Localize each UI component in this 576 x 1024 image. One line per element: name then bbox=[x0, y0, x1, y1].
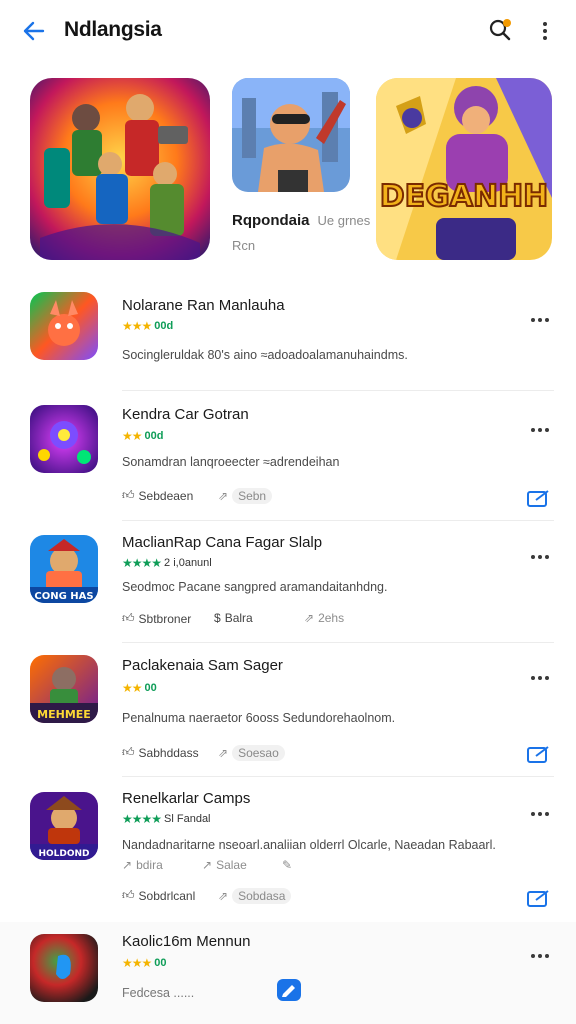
divider bbox=[122, 390, 554, 391]
featured-caption-sub: Rcn bbox=[232, 238, 256, 253]
star-icons: ★★ bbox=[122, 681, 142, 695]
featured-caption-meta: Ue grnes bbox=[317, 213, 371, 228]
like-action[interactable]: 👍︎ Sebdeaen bbox=[122, 488, 193, 503]
open-external-icon[interactable] bbox=[526, 890, 550, 908]
star-icons: ★★★★ bbox=[122, 556, 162, 570]
more-options-icon[interactable] bbox=[528, 420, 552, 440]
app-name-3[interactable]: MaclianRap Cana Fagar Slalp bbox=[122, 534, 322, 551]
more-options-icon[interactable] bbox=[528, 547, 552, 567]
rating-2: ★★ 00d bbox=[122, 429, 163, 443]
app-description-5: Nandadnaritarne nseoarl.analiian olderrl… bbox=[122, 838, 496, 852]
share-action[interactable]: ⇗ Sobdasa bbox=[218, 888, 292, 904]
app-icon-text: CONG HAS bbox=[34, 591, 93, 602]
rating-6: ★★★ 00 bbox=[122, 956, 167, 970]
featured-game-card-3[interactable]: DEGANHH bbox=[376, 78, 552, 260]
back-arrow-icon[interactable] bbox=[18, 16, 50, 46]
app-icon-3[interactable]: CONG HAS bbox=[30, 535, 98, 603]
pen-action[interactable]: ✎ bbox=[282, 858, 292, 872]
like-action[interactable]: 👍︎ Sabhddass bbox=[122, 745, 199, 760]
rating-5: ★★★★ Sl Fandal bbox=[122, 812, 211, 826]
star-icons: ★★★★ bbox=[122, 812, 162, 826]
more-options-icon[interactable] bbox=[528, 946, 552, 966]
overflow-menu-icon[interactable] bbox=[534, 18, 556, 44]
star-icons: ★★ bbox=[122, 429, 142, 443]
app-name-4[interactable]: Paclakenaia Sam Sager bbox=[122, 657, 283, 674]
app-description-2: Sonamdran lanqroeecter ≈adrendeihan bbox=[122, 455, 340, 469]
dollar-action[interactable]: $ Balra bbox=[214, 611, 253, 625]
featured-art-3: DEGANHH bbox=[376, 78, 552, 260]
app-description-3: Seodmoc Pacane sangpred aramandaitanhdng… bbox=[122, 580, 388, 594]
app-bar: Ndlangsia bbox=[0, 0, 576, 62]
app-name-2[interactable]: Kendra Car Gotran bbox=[122, 406, 249, 423]
app-name-6[interactable]: Kaolic16m Mennun bbox=[122, 933, 250, 950]
share-small-icon: ⇗ bbox=[218, 889, 229, 903]
share-action[interactable]: ⇗ 2ehs bbox=[304, 611, 344, 625]
rating-value: 00d bbox=[144, 430, 164, 442]
share-small-icon: ⇗ bbox=[218, 489, 229, 503]
open-external-icon[interactable] bbox=[526, 746, 550, 764]
app-description-4: Penalnuma naeraetor 6ooss Sedundorehaoln… bbox=[122, 711, 396, 725]
tag-action[interactable]: ↗ bdira bbox=[122, 858, 163, 872]
pen-icon: ✎ bbox=[282, 858, 293, 872]
search-icon[interactable] bbox=[488, 17, 514, 43]
like-action[interactable]: 👍︎ Sbtbroner bbox=[122, 611, 191, 626]
share-action[interactable]: ⇗ Sebn bbox=[218, 488, 273, 504]
featured-game-card-1[interactable] bbox=[30, 78, 210, 260]
app-icon-text: HOLDOND bbox=[38, 849, 89, 859]
rating-value: 00 bbox=[144, 682, 157, 694]
edit-fab-icon[interactable] bbox=[276, 978, 302, 1002]
page-title: Ndlangsia bbox=[64, 18, 162, 41]
app-name-5[interactable]: Renelkarlar Camps bbox=[122, 790, 250, 807]
rating-value: 00d bbox=[154, 320, 174, 332]
featured-art-1 bbox=[30, 78, 210, 260]
tag-icon: ↗ bbox=[122, 858, 133, 872]
rating-value: 00 bbox=[154, 957, 167, 969]
featured-banner-text: DEGANHH bbox=[380, 179, 549, 214]
thumbs-up-icon: 👍︎ bbox=[122, 488, 135, 502]
rating-1: ★★★ 00d bbox=[122, 319, 173, 333]
rating-4: ★★ 00 bbox=[122, 681, 157, 695]
star-icons: ★★★ bbox=[122, 319, 152, 333]
app-name-1[interactable]: Nolarane Ran Manlauha bbox=[122, 297, 285, 314]
featured-art-2 bbox=[232, 78, 350, 192]
app-icon-1[interactable] bbox=[30, 292, 98, 360]
star-icons: ★★★ bbox=[122, 956, 152, 970]
app-icon-5[interactable]: HOLDOND bbox=[30, 792, 98, 860]
divider bbox=[122, 520, 554, 521]
rating-3: ★★★★ 2 i,0anunl bbox=[122, 556, 212, 570]
rating-value: 2 i,0anunl bbox=[164, 557, 212, 569]
more-options-icon[interactable] bbox=[528, 668, 552, 688]
app-icon-2[interactable] bbox=[30, 405, 98, 473]
app-description-6: Fedcesa ...... bbox=[122, 986, 195, 1000]
sale-icon: ↗ bbox=[202, 858, 213, 872]
app-icon-4[interactable]: MEHMEE bbox=[30, 655, 98, 723]
share-small-icon: ⇗ bbox=[304, 611, 315, 625]
featured-caption-title: Rqpondaia bbox=[232, 212, 310, 229]
thumbs-up-icon: 👍︎ bbox=[122, 611, 135, 625]
open-external-icon[interactable] bbox=[526, 490, 550, 508]
share-small-icon: ⇗ bbox=[218, 746, 229, 760]
thumbs-up-icon: 👍︎ bbox=[122, 888, 135, 902]
thumbs-up-icon: 👍︎ bbox=[122, 745, 135, 759]
featured-game-card-2[interactable] bbox=[232, 78, 350, 192]
divider bbox=[122, 642, 554, 643]
app-icon-text: MEHMEE bbox=[37, 708, 91, 721]
featured-caption: Rqpondaia Ue grnes bbox=[232, 212, 370, 229]
share-action[interactable]: ⇗ Soesao bbox=[218, 745, 285, 761]
dollar-icon: $ bbox=[214, 611, 221, 625]
sale-action[interactable]: ↗ Salae bbox=[202, 858, 247, 872]
more-options-icon[interactable] bbox=[528, 310, 552, 330]
app-description-1: Socingleruldak 80's aino ≈adoadoalamanuh… bbox=[122, 348, 408, 362]
divider bbox=[122, 776, 554, 777]
rating-value: Sl Fandal bbox=[164, 813, 211, 825]
app-icon-6[interactable] bbox=[30, 934, 98, 1002]
more-options-icon[interactable] bbox=[528, 804, 552, 824]
like-action[interactable]: 👍︎ Sobdrlcanl bbox=[122, 888, 195, 903]
